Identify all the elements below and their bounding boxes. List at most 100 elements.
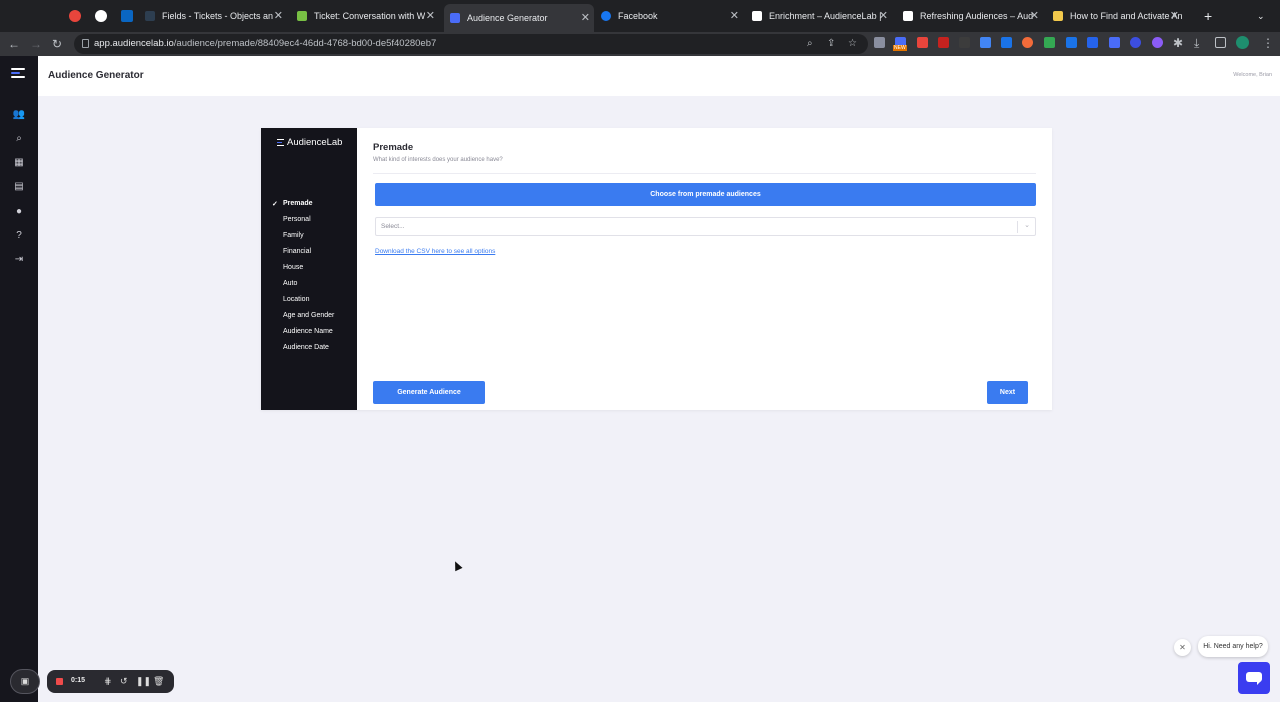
address-bar[interactable]: app.audiencelab.io/audience/premade/8840… [74,34,868,54]
extension-icon[interactable] [1001,37,1012,48]
extension-icon[interactable] [1087,37,1098,48]
app-area: 👥 ⌕ ▦ ▤ ● ? ⇥ Audience Generator Welcome… [0,56,1280,702]
help-bubble[interactable]: Hi. Need any help? [1198,636,1268,657]
extension-icon[interactable] [938,37,949,48]
tab-label: How to Find and Activate An [1070,11,1183,21]
map-icon[interactable]: ▦ [12,157,26,168]
extension-icon[interactable] [1152,37,1163,48]
close-help-bubble-button[interactable]: ✕ [1174,639,1191,656]
extension-icon[interactable] [980,37,991,48]
tab-audience-generator[interactable]: Audience Generator ✕ [444,4,594,32]
choose-premade-button[interactable]: Choose from premade audiences [375,183,1036,206]
tab-label: Audience Generator [467,13,548,23]
chevron-down-icon[interactable]: ⌄ [1257,6,1269,26]
tab-label: Refreshing Audiences – Aud [920,11,1034,21]
welcome-text: Welcome, Brian [1233,72,1272,78]
check-icon: ✓ [272,201,278,208]
divider [1017,221,1018,233]
screen-recorder-controls: ▣ 0:15 ⋕ ↺ ❚❚ 🗑 [10,669,174,694]
tab-refreshing-audiences[interactable]: Refreshing Audiences – Aud ✕ [903,6,1043,26]
premade-audience-select[interactable]: Select... ⌄ [375,217,1036,236]
url-text: app.audiencelab.io/audience/premade/8840… [94,38,437,49]
step-audience-date[interactable]: Audience Date [283,344,329,351]
extension-icon[interactable] [1066,37,1077,48]
recording-icon[interactable] [69,10,81,22]
close-icon[interactable]: ✕ [1030,9,1039,22]
step-location[interactable]: Location [283,296,309,303]
extension-icon[interactable] [917,37,928,48]
grid-icon[interactable]: ⋕ [104,676,112,687]
select-placeholder: Select... [381,223,405,230]
bookmark-star-icon[interactable]: ☆ [848,38,857,49]
tab-hubspot-fields[interactable]: Fields - Tickets - Objects an ✕ [145,6,287,26]
building-icon[interactable]: ▤ [12,181,26,192]
generate-audience-button[interactable]: Generate Audience [373,381,485,404]
close-icon[interactable]: ✕ [1170,9,1179,22]
browser-tab-bar: Fields - Tickets - Objects an ✕ Ticket: … [0,0,1280,32]
step-age-and-gender[interactable]: Age and Gender [283,312,334,319]
stop-recording-button[interactable] [56,678,63,685]
recorder-bar: 0:15 ⋕ ↺ ❚❚ 🗑 [47,670,174,693]
step-audience-name[interactable]: Audience Name [283,328,333,335]
step-auto[interactable]: Auto [283,280,297,287]
section-title: Premade [373,142,414,153]
trash-icon[interactable]: 🗑 [153,676,164,687]
extension-icon[interactable] [959,37,970,48]
audiencelab-icon [277,138,284,147]
back-icon[interactable]: ← [8,37,20,51]
next-button[interactable]: Next [987,381,1028,404]
download-csv-link[interactable]: Download the CSV here to see all options [375,248,495,255]
close-icon[interactable]: ✕ [879,9,888,22]
logout-icon[interactable]: ⇥ [12,254,26,265]
recording-time: 0:15 [71,677,86,684]
restart-icon[interactable]: ↺ [120,676,128,687]
new-tab-button[interactable]: + [1204,6,1218,26]
close-icon[interactable]: ✕ [581,11,590,24]
tab-facebook[interactable]: Facebook ✕ [601,6,743,26]
section-subtitle: What kind of interests does your audienc… [373,157,503,163]
wizard-content: Premade What kind of interests does your… [357,128,1052,410]
share-icon[interactable]: ⇪ [827,38,835,49]
close-icon[interactable]: ✕ [730,9,739,22]
tab-zendesk-ticket[interactable]: Ticket: Conversation with W ✕ [297,6,439,26]
puzzle-icon[interactable]: ✱ [1173,36,1183,50]
audiencelab-logo[interactable] [11,68,25,80]
search-icon[interactable]: ⌕ [12,133,26,144]
download-icon[interactable]: ⤓ [1194,36,1199,50]
extension-icon[interactable] [874,37,885,48]
user-icon[interactable]: ● [12,206,26,217]
step-family[interactable]: Family [283,232,304,239]
tab-enrichment[interactable]: Enrichment – AudienceLab | ✕ [752,6,892,26]
extension-icon[interactable] [1130,37,1141,48]
users-icon[interactable]: 👥 [12,109,26,120]
step-house[interactable]: House [283,264,303,271]
tab-how-to-find[interactable]: How to Find and Activate An ✕ [1053,6,1183,26]
audiencelab-icon [450,13,460,23]
facebook-icon [601,11,611,21]
step-premade[interactable]: ✓ Premade [272,200,313,208]
extension-icon[interactable] [1109,37,1120,48]
profile-avatar[interactable] [1236,36,1249,49]
reload-icon[interactable]: ↻ [52,37,62,51]
doc-icon [1053,11,1063,21]
brand-name: AudienceLab [287,137,343,148]
step-financial[interactable]: Financial [283,248,311,255]
hubspot-icon [145,11,155,21]
close-icon[interactable]: ✕ [274,9,283,22]
step-personal[interactable]: Personal [283,216,311,223]
help-icon[interactable]: ? [12,230,26,241]
google-icon[interactable] [95,10,107,22]
zoom-icon[interactable]: ⌕ [807,38,813,49]
forward-icon[interactable]: → [30,37,42,51]
wizard-steps-sidebar: AudienceLab ✓ Premade Personal Family Fin… [261,128,357,410]
extension-icon[interactable] [1044,37,1055,48]
linkedin-icon[interactable] [121,10,133,22]
extension-icon[interactable] [1022,37,1033,48]
chevron-down-icon[interactable]: ⌄ [1024,221,1030,229]
pause-icon[interactable]: ❚❚ [136,676,151,687]
close-icon[interactable]: ✕ [426,9,435,22]
more-menu-icon[interactable]: ⋮ [1262,36,1274,50]
camera-icon[interactable]: ▣ [10,669,40,694]
sidepanel-icon[interactable] [1215,37,1226,48]
chat-icon[interactable] [1238,662,1270,694]
